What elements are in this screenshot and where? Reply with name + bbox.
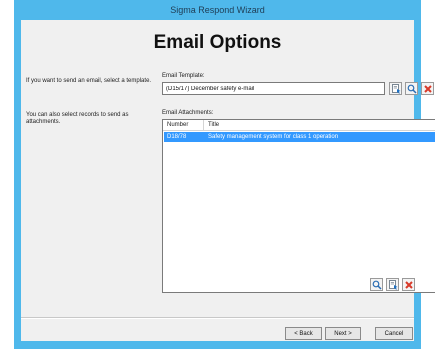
select-document-icon	[391, 83, 400, 94]
footer-divider-highlight	[21, 318, 414, 319]
attachments-list[interactable]: Number Title D18/78 Safety management sy…	[162, 119, 435, 293]
row-title: Safety management system for class 1 ope…	[208, 134, 339, 140]
cancel-button[interactable]: Cancel	[375, 327, 413, 340]
window-title: Sigma Respond Wizard	[170, 5, 265, 15]
template-hint: If you want to send an email, select a t…	[26, 78, 152, 84]
add-attachment-button[interactable]	[386, 278, 399, 291]
wizard-client-area: Email Options If you want to send an ema…	[21, 20, 435, 341]
select-document-icon	[388, 279, 397, 290]
magnifier-icon	[372, 280, 382, 290]
page-title: Email Options	[153, 32, 282, 53]
clear-template-button[interactable]	[421, 82, 434, 95]
search-attachment-button[interactable]	[370, 278, 383, 291]
next-button[interactable]: Next >	[325, 327, 361, 340]
column-divider[interactable]	[203, 120, 204, 131]
delete-x-icon	[423, 84, 432, 93]
list-header: Number Title	[163, 120, 435, 131]
back-button[interactable]: < Back	[285, 327, 322, 340]
remove-attachment-button[interactable]	[402, 278, 415, 291]
search-template-button[interactable]	[405, 82, 418, 95]
email-template-field[interactable]	[162, 82, 385, 95]
column-header-title[interactable]: Title	[208, 122, 219, 128]
table-row[interactable]: D18/78 Safety management system for clas…	[164, 132, 435, 142]
email-template-label: Email Template:	[162, 73, 205, 79]
attachments-hint: You can also select records to send as a…	[26, 112, 129, 125]
column-header-number[interactable]: Number	[167, 122, 188, 128]
row-number: D18/78	[167, 134, 187, 140]
email-attachments-label: Email Attachments:	[162, 110, 214, 116]
wizard-window: Sigma Respond Wizard Email Options If yo…	[14, 0, 435, 349]
magnifier-icon	[407, 84, 417, 94]
select-template-button[interactable]	[389, 82, 402, 95]
delete-x-icon	[404, 280, 413, 289]
